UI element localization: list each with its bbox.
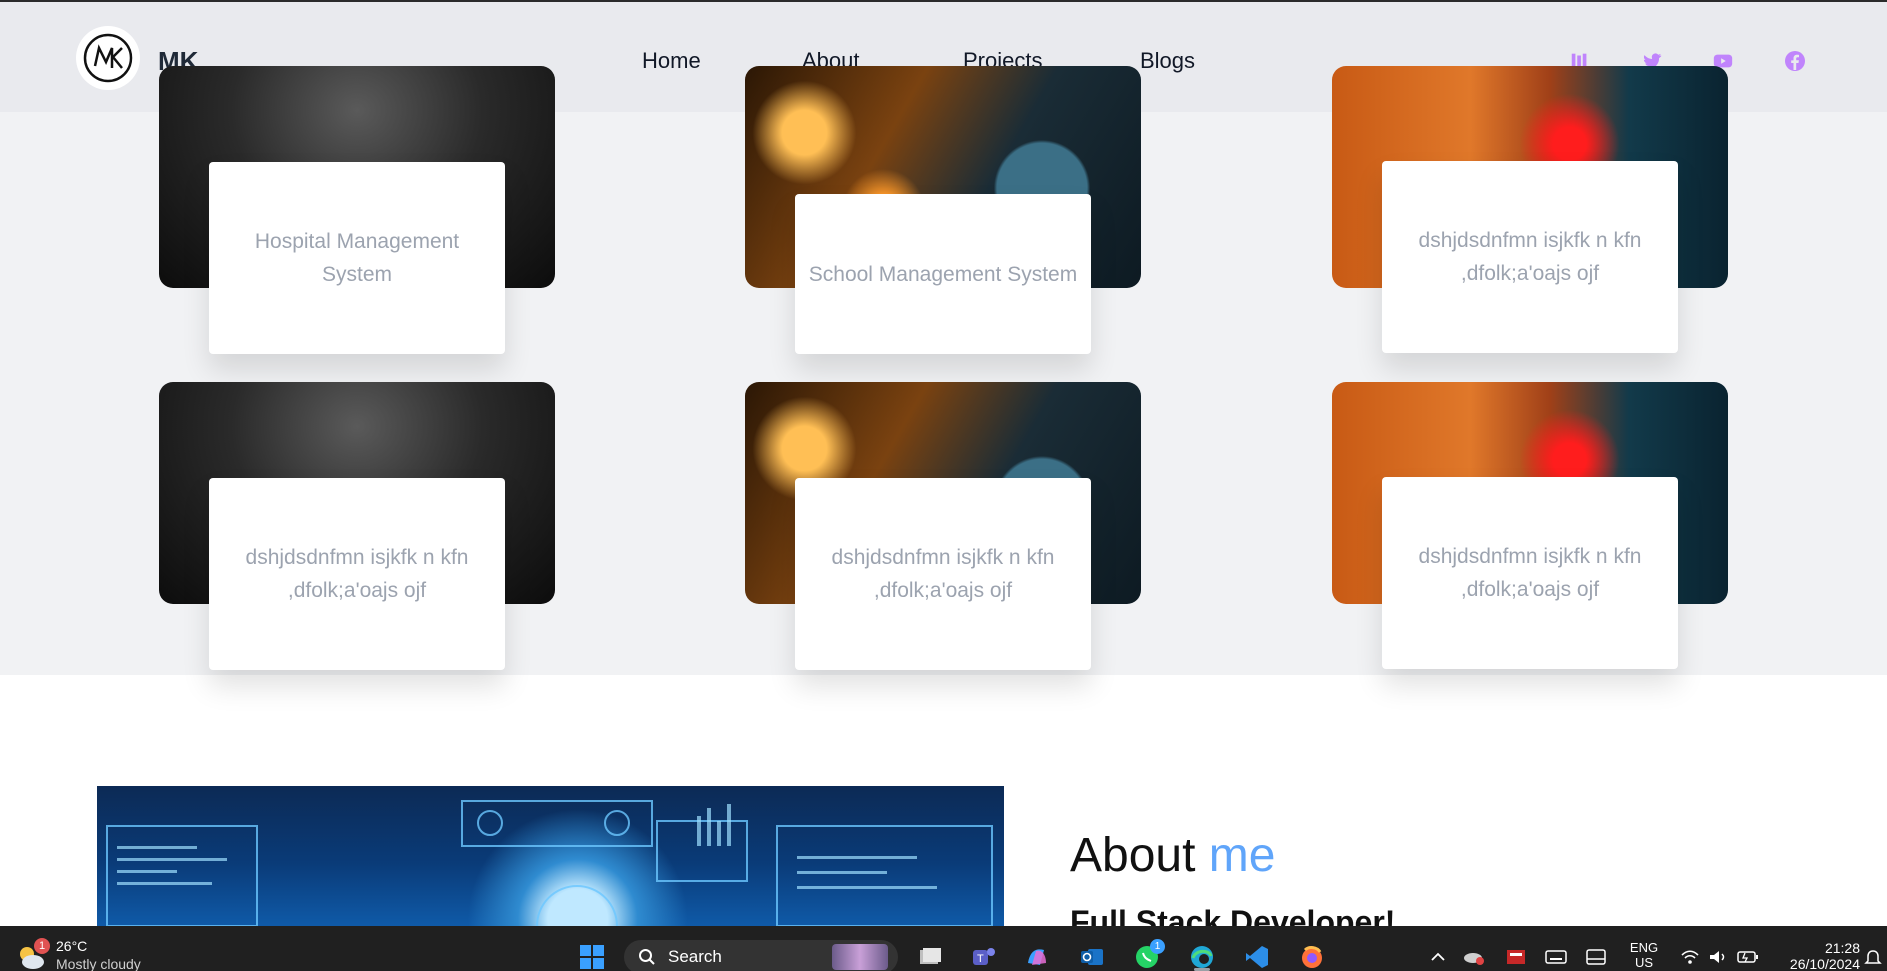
project-title: School Management System: [795, 194, 1091, 354]
project-title: dshjdsdnfmn isjkfk n kfn ,dfolk;a'oajs o…: [1382, 161, 1678, 353]
tech-dashboard-illustration: [106, 800, 993, 926]
volume-icon[interactable]: [1704, 943, 1732, 971]
project-title: dshjdsdnfmn isjkfk n kfn ,dfolk;a'oajs o…: [795, 478, 1091, 670]
clock-time: 21:28: [1824, 940, 1860, 956]
project-card[interactable]: dshjdsdnfmn isjkfk n kfn ,dfolk;a'oajs o…: [745, 382, 1141, 670]
tablet-mode-icon[interactable]: [1582, 943, 1610, 971]
whatsapp-badge: 1: [1150, 939, 1165, 954]
about-heading-main: About: [1070, 829, 1196, 882]
project-card[interactable]: dshjdsdnfmn isjkfk n kfn ,dfolk;a'oajs o…: [1332, 66, 1728, 354]
search-label: Search: [668, 947, 722, 966]
language-bottom: US: [1634, 955, 1654, 970]
about-heading-accent: me: [1208, 829, 1276, 882]
taskbar-search[interactable]: Search: [624, 940, 898, 971]
tray-app-icon[interactable]: [1502, 943, 1530, 971]
weather-temp: 26°C: [56, 938, 88, 954]
project-title: dshjdsdnfmn isjkfk n kfn ,dfolk;a'oajs o…: [209, 478, 505, 670]
copilot-icon[interactable]: [1023, 943, 1051, 971]
project-card[interactable]: dshjdsdnfmn isjkfk n kfn ,dfolk;a'oajs o…: [1332, 382, 1728, 670]
chevron-up-icon[interactable]: [1424, 943, 1452, 971]
firefox-icon[interactable]: [1298, 943, 1326, 971]
language-top: ENG: [1629, 940, 1659, 955]
project-card[interactable]: School Management System: [745, 66, 1141, 354]
project-title: dshjdsdnfmn isjkfk n kfn ,dfolk;a'oajs o…: [1382, 477, 1678, 669]
nav-home[interactable]: Home: [642, 48, 701, 74]
onedrive-offline-icon[interactable]: [1460, 943, 1488, 971]
edge-browser-icon[interactable]: [1188, 943, 1216, 971]
about-image: [97, 786, 1004, 926]
windows-start-icon[interactable]: [578, 943, 606, 971]
weather-desc: Mostly cloudy: [56, 956, 141, 971]
weather-widget[interactable]: 1 26°C Mostly cloudy: [16, 938, 156, 971]
nav-blogs[interactable]: Blogs: [1140, 48, 1195, 74]
clock[interactable]: 21:28 26/10/2024: [1776, 940, 1860, 971]
keyboard-icon[interactable]: [1542, 943, 1570, 971]
project-card[interactable]: dshjdsdnfmn isjkfk n kfn ,dfolk;a'oajs o…: [159, 382, 555, 670]
outlook-icon[interactable]: [1078, 943, 1106, 971]
weather-badge: 1: [34, 938, 50, 954]
search-highlight-icon: [832, 944, 888, 970]
project-title: Hospital Management System: [209, 162, 505, 354]
logo[interactable]: [76, 26, 140, 90]
about-heading: About me: [1070, 828, 1275, 883]
project-card[interactable]: Hospital Management System: [159, 66, 555, 354]
vscode-icon[interactable]: [1243, 943, 1271, 971]
notification-bell-icon[interactable]: [1862, 943, 1884, 971]
search-icon: [639, 949, 655, 965]
task-view-icon[interactable]: [916, 943, 944, 971]
facebook-icon[interactable]: [1783, 49, 1807, 73]
wifi-icon[interactable]: [1676, 943, 1704, 971]
language-indicator[interactable]: ENG US: [1624, 940, 1664, 971]
battery-icon[interactable]: [1734, 943, 1762, 971]
mk-monogram-icon: [83, 33, 133, 83]
teams-icon[interactable]: T: [970, 943, 998, 971]
clock-date: 26/10/2024: [1789, 956, 1860, 971]
svg-text:T: T: [977, 953, 984, 965]
